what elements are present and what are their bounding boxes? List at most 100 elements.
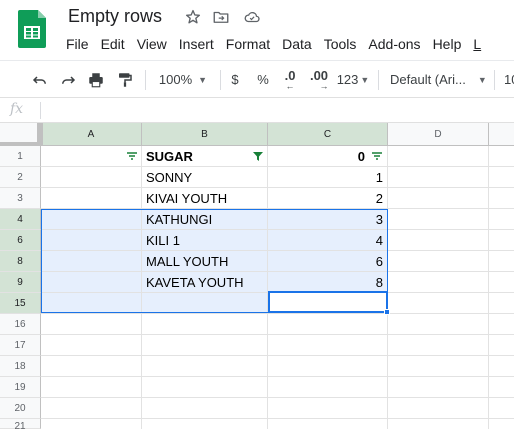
cell-a3[interactable]	[41, 188, 142, 209]
filter-icon[interactable]	[370, 149, 384, 163]
cell-c2[interactable]: 1	[268, 167, 388, 188]
cell-a16[interactable]	[41, 314, 142, 335]
row-header[interactable]: 20	[0, 398, 41, 419]
cell-b8[interactable]: MALL YOUTH	[142, 251, 268, 272]
cell-c20[interactable]	[268, 398, 388, 419]
menu-insert[interactable]: Insert	[173, 34, 220, 54]
cell-c19[interactable]	[268, 377, 388, 398]
cell-e6[interactable]	[489, 230, 514, 251]
cell-b1[interactable]: SUGAR	[142, 146, 268, 167]
column-header-e[interactable]	[489, 123, 514, 146]
cell-d4[interactable]	[388, 209, 489, 230]
cell-c18[interactable]	[268, 356, 388, 377]
column-header-a[interactable]: A	[41, 123, 142, 146]
row-header[interactable]: 21	[0, 419, 41, 429]
menu-view[interactable]: View	[131, 34, 173, 54]
sheets-logo-icon[interactable]	[18, 10, 46, 48]
cell-c9[interactable]: 8	[268, 272, 388, 293]
cell-e21[interactable]	[489, 419, 514, 429]
menu-help[interactable]: Help	[427, 34, 468, 54]
row-header[interactable]: 9	[0, 272, 41, 293]
cell-e20[interactable]	[489, 398, 514, 419]
cell-d9[interactable]	[388, 272, 489, 293]
cell-a20[interactable]	[41, 398, 142, 419]
row-header[interactable]: 19	[0, 377, 41, 398]
font-family-select[interactable]: Default (Ari... ▼	[390, 61, 487, 98]
cell-e18[interactable]	[489, 356, 514, 377]
cell-c4[interactable]: 3	[268, 209, 388, 230]
cell-c6[interactable]: 4	[268, 230, 388, 251]
cell-b20[interactable]	[142, 398, 268, 419]
cell-a6[interactable]	[41, 230, 142, 251]
row-header[interactable]: 16	[0, 314, 41, 335]
row-header[interactable]: 3	[0, 188, 41, 209]
row-header[interactable]: 8	[0, 251, 41, 272]
column-header-c[interactable]: C	[268, 123, 388, 146]
cell-e2[interactable]	[489, 167, 514, 188]
cell-d20[interactable]	[388, 398, 489, 419]
menu-data[interactable]: Data	[276, 34, 318, 54]
cell-a15[interactable]	[41, 293, 142, 314]
cell-e4[interactable]	[489, 209, 514, 230]
filter-active-icon[interactable]	[251, 149, 265, 163]
row-header[interactable]: 1	[0, 146, 41, 167]
formula-input[interactable]	[48, 98, 514, 122]
cell-c8[interactable]: 6	[268, 251, 388, 272]
menu-add-ons[interactable]: Add-ons	[362, 34, 426, 54]
print-button[interactable]	[84, 61, 108, 98]
cell-a18[interactable]	[41, 356, 142, 377]
cell-b16[interactable]	[142, 314, 268, 335]
cell-c1[interactable]: 0	[268, 146, 388, 167]
cell-d17[interactable]	[388, 335, 489, 356]
increase-decimal-button[interactable]: .00 →	[306, 61, 332, 98]
menu-last-edit[interactable]: L	[467, 34, 487, 54]
row-header[interactable]: 4	[0, 209, 41, 230]
star-icon[interactable]	[184, 8, 202, 26]
cell-a21[interactable]	[41, 419, 142, 429]
row-header[interactable]: 6	[0, 230, 41, 251]
row-header[interactable]: 17	[0, 335, 41, 356]
cell-d2[interactable]	[388, 167, 489, 188]
cell-e17[interactable]	[489, 335, 514, 356]
redo-button[interactable]	[56, 61, 80, 98]
cell-c17[interactable]	[268, 335, 388, 356]
menu-edit[interactable]: Edit	[95, 34, 131, 54]
move-to-folder-icon[interactable]	[212, 8, 230, 26]
cell-e3[interactable]	[489, 188, 514, 209]
cell-d6[interactable]	[388, 230, 489, 251]
cell-e1[interactable]	[489, 146, 514, 167]
cell-b18[interactable]	[142, 356, 268, 377]
frozen-column-divider[interactable]	[41, 123, 43, 146]
currency-format-button[interactable]: $	[226, 61, 244, 98]
cell-c16[interactable]	[268, 314, 388, 335]
undo-button[interactable]	[28, 61, 52, 98]
cell-b17[interactable]	[142, 335, 268, 356]
cell-d8[interactable]	[388, 251, 489, 272]
row-header[interactable]: 15	[0, 293, 41, 314]
cell-a1[interactable]	[41, 146, 142, 167]
cell-b19[interactable]	[142, 377, 268, 398]
cell-e16[interactable]	[489, 314, 514, 335]
cell-c3[interactable]: 2	[268, 188, 388, 209]
cell-b4[interactable]: KATHUNGI	[142, 209, 268, 230]
column-header-b[interactable]: B	[142, 123, 268, 146]
cell-d19[interactable]	[388, 377, 489, 398]
row-header[interactable]: 2	[0, 167, 41, 188]
cell-d16[interactable]	[388, 314, 489, 335]
cell-c21[interactable]	[268, 419, 388, 429]
cell-c15[interactable]	[268, 293, 388, 314]
cell-e19[interactable]	[489, 377, 514, 398]
cell-b21[interactable]	[142, 419, 268, 429]
cell-d18[interactable]	[388, 356, 489, 377]
cell-b3[interactable]: KIVAI YOUTH	[142, 188, 268, 209]
column-header-d[interactable]: D	[388, 123, 489, 146]
cell-b9[interactable]: KAVETA YOUTH	[142, 272, 268, 293]
menu-file[interactable]: File	[60, 34, 95, 54]
cell-e15[interactable]	[489, 293, 514, 314]
filter-icon[interactable]	[125, 149, 139, 163]
zoom-select[interactable]: 100% ▼	[152, 61, 214, 98]
cell-b15[interactable]	[142, 293, 268, 314]
cell-a8[interactable]	[41, 251, 142, 272]
menu-tools[interactable]: Tools	[318, 34, 363, 54]
cell-e8[interactable]	[489, 251, 514, 272]
